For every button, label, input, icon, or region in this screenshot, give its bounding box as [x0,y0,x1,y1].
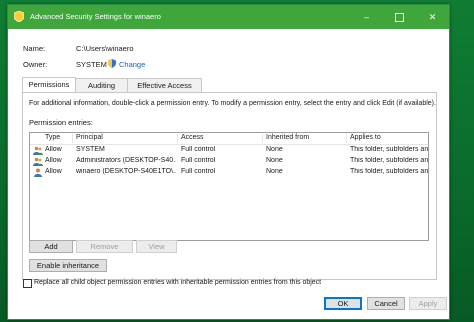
title-bar[interactable]: Advanced Security Settings for winaero –… [8,5,449,29]
tab-permissions[interactable]: Permissions [22,77,76,92]
column-header-type[interactable]: Type [45,134,60,141]
table-row[interactable]: Allow SYSTEM Full control None This fold… [30,145,428,156]
column-divider[interactable] [262,134,263,143]
cell-principal: SYSTEM [76,146,105,153]
cell-applies-to: This folder, subfolders and files [350,157,428,164]
name-value: C:\Users\winaero [76,44,134,53]
table-row[interactable]: Allow Administrators (DESKTOP-S40... Ful… [30,156,428,167]
cell-applies-to: This folder, subfolders and files [350,168,428,175]
replace-permissions-label: Replace all child object permission entr… [34,279,322,286]
maximize-icon [395,13,404,23]
owner-label: Owner: [23,60,48,69]
cell-inherited-from: None [266,146,283,153]
permission-entries-list[interactable]: Type Principal Access Inherited from App… [29,132,429,241]
cell-type: Allow [45,168,62,175]
apply-button[interactable]: Apply [409,297,447,310]
cell-inherited-from: None [266,168,283,175]
replace-permissions-checkbox[interactable] [23,279,32,288]
uac-shield-icon [108,59,116,68]
column-divider[interactable] [72,134,73,143]
cell-inherited-from: None [266,157,283,164]
advanced-security-window: Advanced Security Settings for winaero –… [7,4,450,320]
column-header-access[interactable]: Access [181,134,204,141]
column-divider[interactable] [177,134,178,143]
column-header-principal[interactable]: Principal [76,134,103,141]
tab-auditing[interactable]: Auditing [74,78,129,92]
add-button[interactable]: Add [29,240,73,253]
owner-value: SYSTEM [76,60,107,69]
cell-principal: winaero (DESKTOP-S40E1TO\... [76,168,176,175]
cell-access: Full control [181,157,216,164]
cell-access: Full control [181,168,216,175]
minimize-button[interactable]: – [350,5,383,29]
remove-button[interactable]: Remove [76,240,133,253]
column-header-applies-to[interactable]: Applies to [350,134,381,141]
table-row[interactable]: Allow winaero (DESKTOP-S40E1TO\... Full … [30,167,428,178]
change-owner-link[interactable]: Change [119,60,145,69]
info-text: For additional information, double-click… [29,100,436,107]
user-icon [34,168,42,177]
window-title: Advanced Security Settings for winaero [30,12,161,21]
column-header-inherited-from[interactable]: Inherited from [266,134,309,141]
cell-type: Allow [45,146,62,153]
cell-access: Full control [181,146,216,153]
list-header: Type Principal Access Inherited from App… [30,133,428,145]
ok-button[interactable]: OK [324,297,362,310]
maximize-button[interactable] [383,5,416,29]
column-divider[interactable] [346,134,347,143]
shield-folder-icon [14,11,24,22]
cancel-button[interactable]: Cancel [367,297,405,310]
name-label: Name: [23,44,46,53]
close-button[interactable]: ✕ [416,5,449,29]
tab-effective-access[interactable]: Effective Access [127,78,202,92]
users-group-icon [33,146,43,155]
users-group-icon [33,157,43,166]
cell-principal: Administrators (DESKTOP-S40... [76,157,176,164]
cell-type: Allow [45,157,62,164]
enable-inheritance-button[interactable]: Enable inheritance [29,259,107,272]
cell-applies-to: This folder, subfolders and files [350,146,428,153]
view-button[interactable]: View [136,240,177,253]
permission-entries-label: Permission entries: [29,118,93,127]
